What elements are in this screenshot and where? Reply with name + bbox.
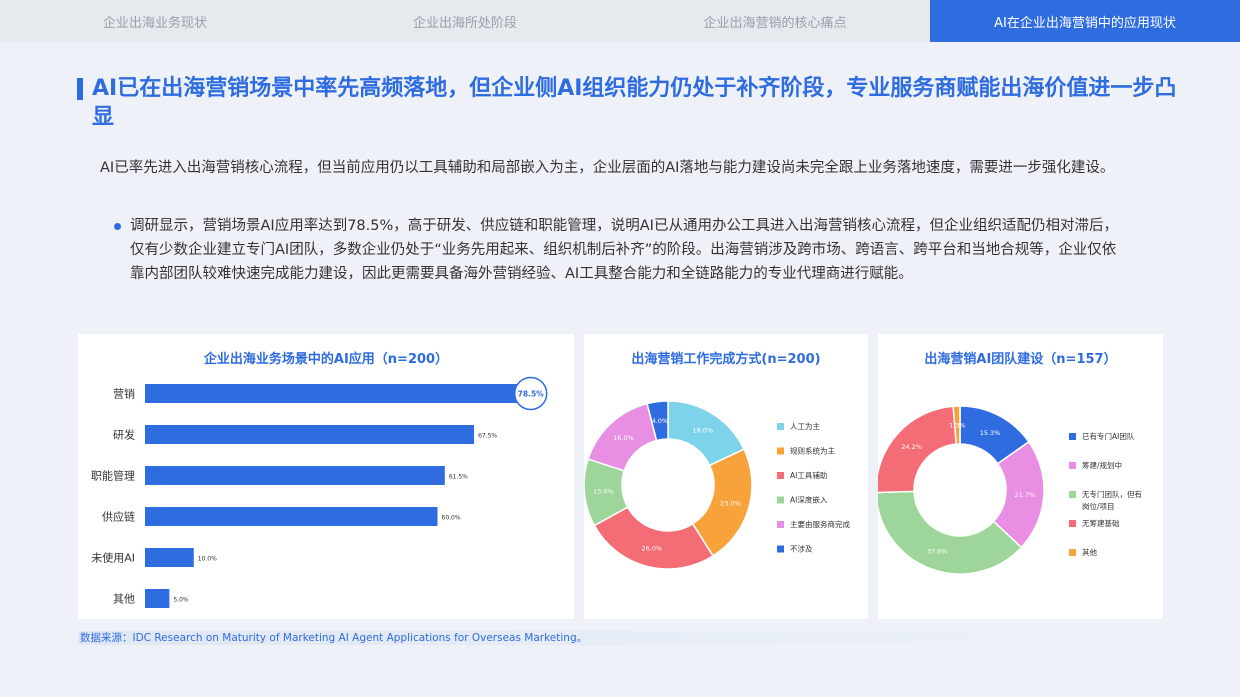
legend-swatch	[777, 545, 784, 553]
tab-stage[interactable]: 企业出海所处阶段	[310, 0, 620, 42]
page-title: AI已在出海营销场景中率先高频落地，但企业侧AI组织能力仍处于补齐阶段，专业服务…	[92, 76, 1177, 130]
tab-bar: 企业出海业务现状 企业出海所处阶段 企业出海营销的核心痛点 AI在企业出海营销中…	[0, 0, 1240, 42]
legend-label-line: 岗位/项目	[1082, 501, 1115, 511]
donut-chart-2-panel: 出海营销AI团队建设（n=157） 15.3% 21.7% 37.6% 24.2% 1.…	[878, 334, 1163, 619]
donut-value-label: 13.0%	[593, 488, 614, 496]
donut-value-label: 15.3%	[980, 429, 1001, 437]
legend-label: 无筹建基础	[1082, 518, 1120, 528]
bar-value-label: 67.5%	[478, 433, 497, 440]
donut-value-label: 23.0%	[720, 500, 741, 508]
legend-swatch	[1069, 491, 1076, 498]
bar-value-label: 61.5%	[449, 474, 468, 481]
bar	[145, 384, 528, 403]
legend-label: 主要由服务商完成	[790, 519, 850, 529]
donut-slice	[878, 490, 1023, 575]
legend-label: AI工具辅助	[790, 470, 827, 480]
bar-chart: 营销 78.5% 研发 67.5% 职能管理 61.5% 供应链 60.0% 未使用AI 10.0…	[91, 376, 548, 608]
bar-value-label: 78.5%	[518, 390, 545, 399]
tab-ai-application[interactable]: AI在企业出海营销中的应用现状	[930, 0, 1240, 42]
donut-chart-2: 15.3% 21.7% 37.6% 24.2% 1.3% 已有专门AI团队筹建/规划中无专…	[878, 405, 1142, 575]
bar	[145, 507, 438, 526]
legend-swatch	[777, 496, 784, 504]
bullet-paragraph: 调研显示，营销场景AI应用率达到78.5%，高于研发、供应链和职能管理，说明AI…	[130, 218, 1118, 282]
bar	[145, 548, 194, 567]
legend-swatch	[777, 472, 784, 479]
bar-value-label: 10.0%	[198, 556, 217, 563]
bar-category-label: 供应链	[102, 510, 135, 524]
bar	[145, 466, 445, 485]
donut-chart-1: 18.0% 23.0% 26.0% 13.0% 16.0% 4.0% 人工为主规则系统为主 A…	[584, 400, 850, 570]
legend-swatch	[777, 521, 784, 528]
legend-swatch	[1069, 520, 1076, 527]
legend-swatch	[1069, 549, 1076, 556]
legend-label: AI深度嵌入	[790, 495, 828, 505]
bar-category-label: 未使用AI	[91, 552, 135, 565]
title-accent-bar	[77, 78, 83, 100]
tab-business-status[interactable]: 企业出海业务现状	[0, 0, 310, 42]
bar	[145, 425, 475, 444]
tab-pain-points[interactable]: 企业出海营销的核心痛点	[620, 0, 930, 42]
bar-category-label: 职能管理	[91, 469, 135, 483]
bullet-dot-icon	[114, 223, 121, 230]
legend-label: 其他	[1082, 547, 1098, 557]
legend-swatch	[1069, 462, 1076, 469]
donut-value-label: 16.0%	[613, 434, 634, 442]
donut-value-label: 18.0%	[693, 427, 714, 435]
donut-value-label: 26.0%	[642, 544, 663, 552]
legend-swatch	[1069, 433, 1076, 440]
donut-value-label: 24.2%	[901, 443, 922, 451]
legend-label: 规则系统为主	[790, 446, 835, 456]
legend-label: 已有专门AI团队	[1082, 431, 1135, 441]
donut-value-label: 4.0%	[652, 417, 669, 425]
bar-value-label: 60.0%	[442, 515, 461, 522]
legend-label: 人工为主	[790, 421, 820, 431]
legend-label: 筹建/规划中	[1082, 460, 1122, 470]
legend-label: 无专门团队，但有岗位/项目	[1082, 489, 1142, 511]
donut-chart-1-panel: 出海营销工作完成方式(n=200) 18.0% 23.0% 26.0% 13.0% 16…	[584, 334, 868, 619]
bar-category-label: 营销	[113, 387, 135, 401]
source-note: 数据来源：IDC Research on Maturity of Marketi…	[78, 631, 1163, 645]
bar-category-label: 其他	[113, 593, 135, 606]
bar-value-label: 5.0%	[173, 597, 189, 604]
legend-swatch	[777, 447, 784, 455]
bar	[145, 589, 170, 608]
donut-value-label: 21.7%	[1015, 491, 1036, 499]
bar-chart-panel: 企业出海业务场景中的AI应用（n=200） 营销 78.5% 研发 67.5% 职能管理…	[78, 334, 574, 619]
legend-swatch	[777, 423, 784, 430]
bar-category-label: 研发	[113, 428, 135, 442]
intro-paragraph: AI已率先进入出海营销核心流程，但当前应用仍以工具辅助和局部嵌入为主，企业层面的…	[100, 160, 1115, 176]
donut-value-label: 37.6%	[927, 547, 948, 555]
donut-value-label: 1.3%	[949, 422, 966, 430]
legend-label: 不涉及	[790, 544, 813, 554]
